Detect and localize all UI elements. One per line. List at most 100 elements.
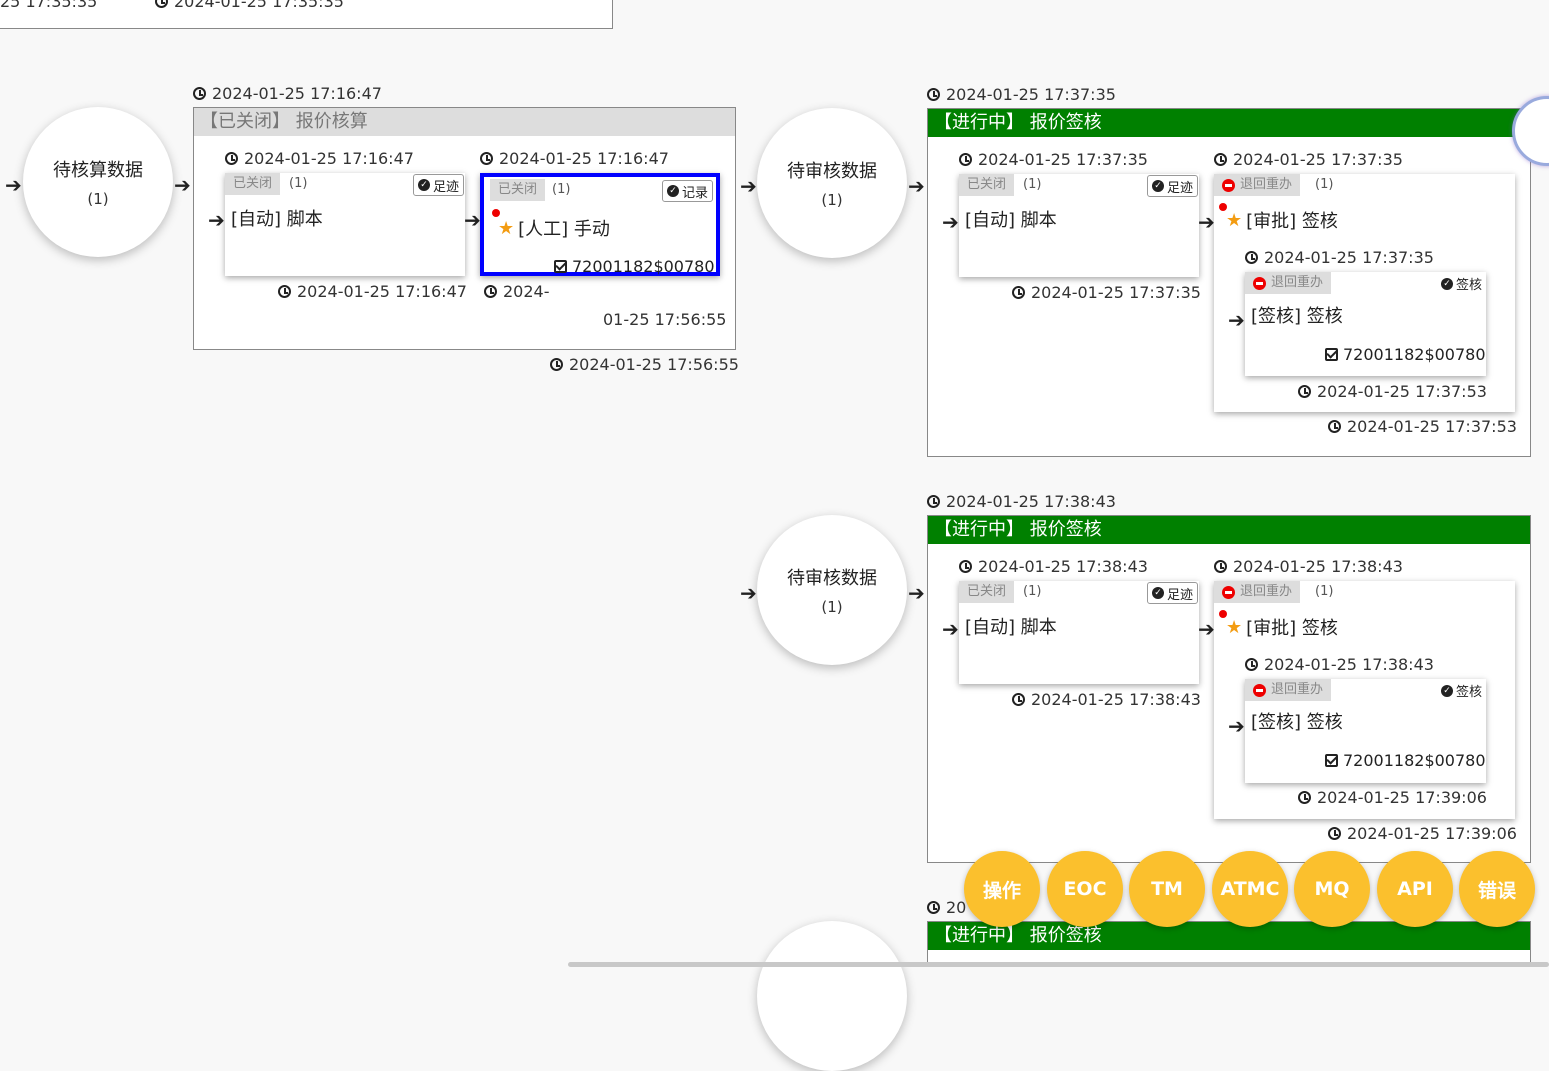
stage-header: 【进行中】 报价签核 (928, 109, 1530, 137)
clock-icon (225, 152, 238, 165)
status-badge: 已关闭 (959, 581, 1015, 603)
status-badge: 退回重办 (1214, 581, 1301, 603)
clock-icon (1298, 385, 1311, 398)
stage-ts-top: 20 (927, 898, 966, 917)
checkbox-icon (554, 260, 567, 273)
arrow-right-icon: ➔ (1198, 617, 1215, 641)
footprint-button[interactable]: ✓ 足迹 (1146, 582, 1198, 604)
task-card-auto[interactable]: 已关闭 (1) ✓ 足迹 [自动] 脚本 (225, 173, 465, 276)
horizontal-scrollbar[interactable] (568, 962, 1549, 967)
node-pending-review[interactable] (757, 921, 907, 1071)
card-ts-top: 2024-01-25 17:16:47 (480, 149, 669, 168)
signoff-action[interactable]: ✓ 签核 (1440, 681, 1482, 700)
fab-eoc[interactable]: EOC (1047, 851, 1123, 927)
stage-ts-top: 2024-01-25 17:16:47 (193, 84, 382, 103)
task-count: (1) (1023, 584, 1042, 599)
fab-tm[interactable]: TM (1129, 851, 1205, 927)
arrow-right-icon: ➔ (174, 173, 191, 197)
task-count: (1) (1023, 177, 1042, 192)
arrow-right-icon: ➔ (1228, 308, 1245, 332)
clock-icon (1328, 420, 1341, 433)
stop-icon (1253, 276, 1266, 290)
arrow-right-icon: ➔ (464, 208, 481, 232)
clock-icon (484, 285, 497, 298)
fab-api[interactable]: API (1377, 851, 1453, 927)
task-title: [自动] 脚本 (965, 617, 1057, 638)
card-ts-top: 2024-01-25 17:38:43 (959, 557, 1148, 576)
subtask-ts-top: 2024-01-25 17:38:43 (1245, 655, 1434, 674)
task-title: [签核] 签核 (1251, 712, 1343, 733)
card-ts-bottom: 2024-01-25 17:39:06 (1328, 824, 1517, 843)
task-card-manual-selected[interactable]: 已关闭 (1) ✓ 记录 ★ [人工] 手动 72001182$00780 (480, 173, 720, 276)
card-ts-top: 2024-01-25 17:37:35 (959, 150, 1148, 169)
node-pending-calc[interactable]: 待核算数据 (1) (23, 107, 173, 257)
node-pending-review[interactable]: 待审核数据 (1) (757, 515, 907, 665)
clock-icon (959, 560, 972, 573)
fab-error[interactable]: 错误 (1459, 851, 1535, 927)
status-badge: 已关闭 (959, 174, 1015, 196)
star-icon: ★ (1226, 616, 1243, 638)
stage-ts-top: 2024-01-25 17:38:43 (927, 492, 1116, 511)
stop-icon (1222, 178, 1235, 192)
stage-header: 【进行中】 报价签核 (928, 516, 1530, 544)
card-ts-top: 2024-01-25 17:16:47 (225, 149, 414, 168)
status-badge: 已关闭 (225, 173, 281, 195)
clock-icon (155, 0, 168, 8)
subtask-card-signoff[interactable]: 退回重办 ✓ 签核 [签核] 签核 72001182$00780 (1245, 272, 1486, 376)
arrow-right-icon: ➔ (942, 617, 959, 641)
clock-icon (193, 87, 206, 100)
footprint-button[interactable]: ✓ 足迹 (412, 174, 464, 196)
task-title: ★ [审批] 签核 (1226, 209, 1338, 233)
clock-icon (1012, 286, 1025, 299)
task-card-auto[interactable]: 已关闭 (1) ✓ 足迹 [自动] 脚本 (959, 581, 1199, 684)
prev-stage-ts-2: 2024-01-25 17:35:35 (155, 0, 344, 11)
clock-icon (1012, 693, 1025, 706)
checkbox-icon (1325, 348, 1338, 361)
stage-ts-top: 2024-01-25 17:37:35 (927, 85, 1116, 104)
arrow-right-icon: ➔ (942, 210, 959, 234)
status-badge: 退回重办 (1245, 679, 1332, 701)
star-icon: ★ (1226, 209, 1243, 231)
subtask-ts-top: 2024-01-25 17:37:35 (1245, 248, 1434, 267)
clock-icon (1245, 251, 1258, 264)
task-owner: 72001182$00780 (1325, 751, 1486, 770)
arrow-right-icon: ➔ (908, 174, 925, 198)
stage-ts-bottom: 2024-01-25 17:56:55 (550, 355, 739, 374)
arrow-right-icon: ➔ (208, 208, 225, 232)
footprint-button[interactable]: ✓ 足迹 (1146, 175, 1198, 197)
task-title: [签核] 签核 (1251, 306, 1343, 327)
stage-header: 【进行中】 报价签核 (928, 922, 1530, 950)
check-circle-icon: ✓ (1440, 684, 1453, 697)
arrow-right-icon: ➔ (5, 173, 22, 197)
fab-mq[interactable]: MQ (1294, 851, 1370, 927)
stage-header: 【已关闭】 报价核算 (194, 108, 735, 136)
subtask-card-signoff[interactable]: 退回重办 ✓ 签核 [签核] 签核 72001182$00780 (1245, 679, 1486, 783)
signoff-action[interactable]: ✓ 签核 (1440, 274, 1482, 293)
fab-operation[interactable]: 操作 (964, 851, 1040, 927)
task-title: ★ [人工] 手动 (498, 217, 610, 241)
arrow-right-icon: ➔ (1198, 210, 1215, 234)
record-button[interactable]: ✓ 记录 (661, 180, 713, 202)
check-circle-icon: ✓ (1440, 277, 1453, 290)
clock-icon (927, 88, 940, 101)
card-ts-bottom: 2024-01-25 17:38:43 (1012, 690, 1201, 709)
status-badge: 已关闭 (490, 179, 546, 201)
subtask-ts-bottom: 2024-01-25 17:37:53 (1298, 382, 1487, 401)
status-badge: 退回重办 (1245, 272, 1332, 294)
task-title: [自动] 脚本 (231, 209, 323, 230)
task-card-auto[interactable]: 已关闭 (1) ✓ 足迹 [自动] 脚本 (959, 174, 1199, 277)
task-owner: 72001182$00780 (1325, 345, 1486, 364)
arrow-right-icon: ➔ (740, 581, 757, 605)
card-ts-top: 2024-01-25 17:37:35 (1214, 150, 1403, 169)
arrow-right-icon: ➔ (908, 581, 925, 605)
card-ts-bottom: 2024- (484, 282, 550, 301)
clock-icon (959, 153, 972, 166)
card-ts-bottom: 2024-01-25 17:37:35 (1012, 283, 1201, 302)
task-owner: 72001182$00780 (554, 257, 715, 276)
stage-quote-signoff[interactable]: 【进行中】 报价签核 (927, 921, 1531, 967)
fab-atmc[interactable]: ATMC (1212, 851, 1288, 927)
node-pending-review[interactable]: 待审核数据 (1) (757, 108, 907, 258)
task-count: (1) (289, 176, 308, 191)
checkbox-icon (1325, 754, 1338, 767)
task-count: (1) (1315, 177, 1334, 192)
